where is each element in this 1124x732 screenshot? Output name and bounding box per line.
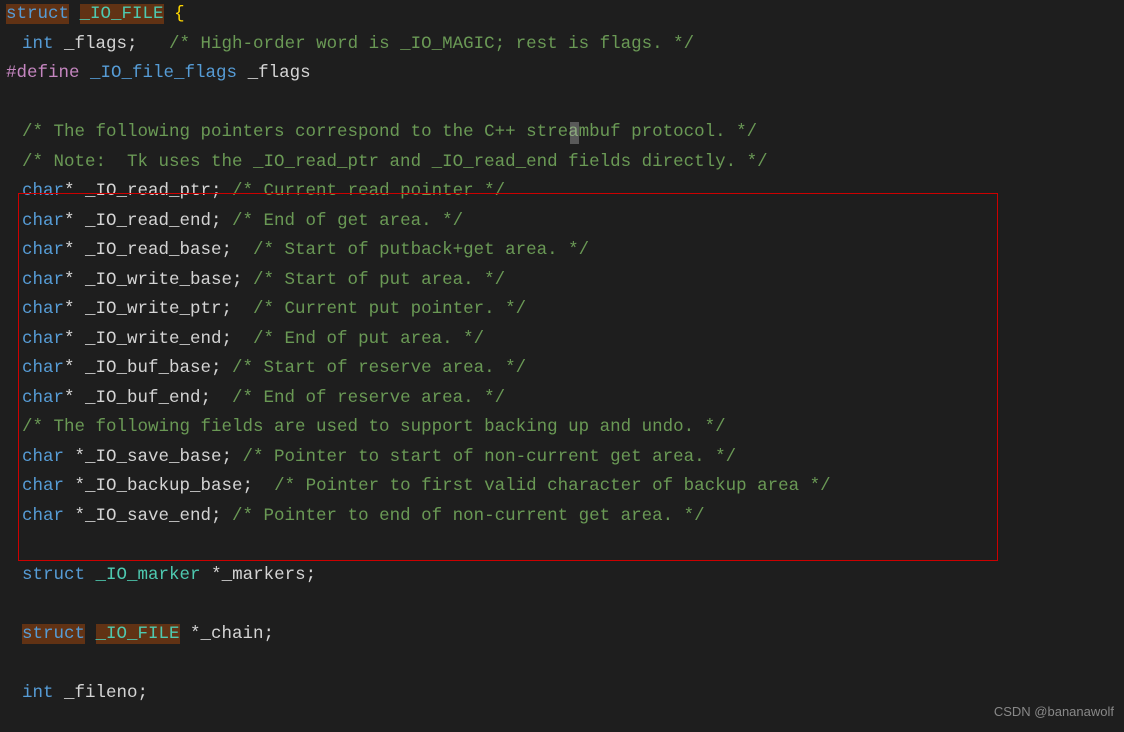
code-line[interactable]: struct _IO_FILE *_chain; (0, 620, 1124, 650)
code-token: * _IO_write_base; (64, 270, 253, 290)
code-token: /* Start of putback+get area. */ (253, 240, 589, 260)
code-token: char (22, 506, 64, 526)
code-token: *_IO_backup_base; (64, 476, 274, 496)
watermark: CSDN @bananawolf (994, 697, 1114, 727)
code-token: * _IO_read_ptr; (64, 181, 232, 201)
code-line[interactable] (0, 649, 1124, 679)
code-token (85, 624, 96, 644)
code-token: _fileno; (54, 683, 149, 703)
code-token: /* Pointer to end of non-current get are… (232, 506, 705, 526)
code-token: /* Current read pointer */ (232, 181, 505, 201)
code-token: * _IO_write_ptr; (64, 299, 253, 319)
code-token: char (22, 329, 64, 349)
code-line[interactable]: struct _IO_marker *_markers; (0, 561, 1124, 591)
code-token: char (22, 181, 64, 201)
code-token: char (22, 299, 64, 319)
code-line[interactable]: char* _IO_write_end; /* End of put area.… (0, 325, 1124, 355)
code-token: * _IO_read_end; (64, 211, 232, 231)
code-token: /* Pointer to first valid character of b… (274, 476, 831, 496)
code-token: /* End of reserve area. */ (232, 388, 505, 408)
code-token (80, 63, 91, 83)
code-line[interactable]: int _flags; /* High-order word is _IO_MA… (0, 30, 1124, 60)
code-line[interactable] (0, 531, 1124, 561)
code-token: struct (6, 4, 69, 24)
code-token: /* End of get area. */ (232, 211, 463, 231)
code-line[interactable]: struct _IO_FILE { (0, 0, 1124, 30)
code-token: /* Note: Tk uses the _IO_read_ptr and _I… (22, 152, 768, 172)
code-token: char (22, 211, 64, 231)
code-line[interactable]: char* _IO_read_base; /* Start of putback… (0, 236, 1124, 266)
code-line[interactable]: int _fileno; (0, 679, 1124, 709)
code-token (69, 4, 80, 24)
code-line[interactable]: char* _IO_write_ptr; /* Current put poin… (0, 295, 1124, 325)
code-token: _IO_FILE (96, 624, 180, 644)
code-line[interactable]: #define _IO_file_flags _flags (0, 59, 1124, 89)
code-line[interactable] (0, 89, 1124, 119)
code-token (6, 93, 17, 113)
code-token (6, 653, 17, 673)
code-token: *_IO_save_end; (64, 506, 232, 526)
code-token: char (22, 447, 64, 467)
code-token: char (22, 476, 64, 496)
code-line[interactable]: char* _IO_buf_base; /* Start of reserve … (0, 354, 1124, 384)
code-token: int (22, 34, 54, 54)
code-token: char (22, 388, 64, 408)
code-line[interactable]: char *_IO_save_end; /* Pointer to end of… (0, 502, 1124, 532)
code-token: * _IO_buf_end; (64, 388, 232, 408)
code-token: * _IO_buf_base; (64, 358, 232, 378)
code-token: /* The following fields are used to supp… (22, 417, 726, 437)
code-line[interactable]: char* _IO_read_end; /* End of get area. … (0, 207, 1124, 237)
code-token: /* High-order word is _IO_MAGIC; rest is… (169, 34, 694, 54)
code-token: *_chain; (180, 624, 275, 644)
code-token: * _IO_read_base; (64, 240, 253, 260)
code-token: /* Current put pointer. */ (253, 299, 526, 319)
code-line[interactable]: char* _IO_buf_end; /* End of reserve are… (0, 384, 1124, 414)
code-token: char (22, 358, 64, 378)
code-token: char (22, 270, 64, 290)
code-line[interactable]: /* The following pointers correspond to … (0, 118, 1124, 148)
code-token (85, 565, 96, 585)
code-token: *_markers; (201, 565, 317, 585)
code-token (6, 535, 17, 555)
code-token: /* Pointer to start of non-current get a… (243, 447, 737, 467)
code-token: /* The following pointers correspond to … (22, 122, 757, 142)
code-token: /* Start of put area. */ (253, 270, 505, 290)
code-token: _IO_file_flags (90, 63, 237, 83)
code-token: struct (22, 565, 85, 585)
code-token (164, 4, 175, 24)
code-line[interactable]: char *_IO_backup_base; /* Pointer to fir… (0, 472, 1124, 502)
code-line[interactable] (0, 590, 1124, 620)
code-token: #define (6, 63, 80, 83)
code-token: struct (22, 624, 85, 644)
code-editor[interactable]: struct _IO_FILE {int _flags; /* High-ord… (0, 0, 1124, 708)
code-line[interactable]: char *_IO_save_base; /* Pointer to start… (0, 443, 1124, 473)
code-token: { (174, 4, 185, 24)
code-line[interactable]: /* Note: Tk uses the _IO_read_ptr and _I… (0, 148, 1124, 178)
code-token (6, 594, 17, 614)
code-token: _flags (237, 63, 311, 83)
code-token: /* Start of reserve area. */ (232, 358, 526, 378)
code-token: /* End of put area. */ (253, 329, 484, 349)
code-token: _IO_FILE (80, 4, 164, 24)
code-token: char (22, 240, 64, 260)
code-line[interactable]: /* The following fields are used to supp… (0, 413, 1124, 443)
code-token: int (22, 683, 54, 703)
code-token: _IO_marker (96, 565, 201, 585)
code-line[interactable]: char* _IO_write_base; /* Start of put ar… (0, 266, 1124, 296)
code-token: *_IO_save_base; (64, 447, 243, 467)
code-line[interactable]: char* _IO_read_ptr; /* Current read poin… (0, 177, 1124, 207)
code-token: * _IO_write_end; (64, 329, 253, 349)
code-token: _flags; (54, 34, 170, 54)
